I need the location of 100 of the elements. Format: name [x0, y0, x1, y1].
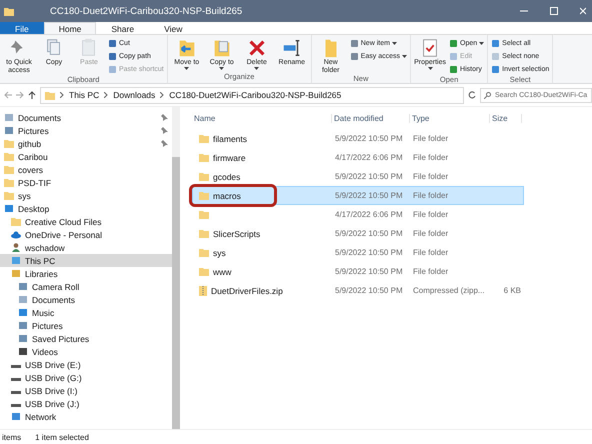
- navigation-label: sys: [18, 190, 32, 200]
- folder-icon: [45, 90, 55, 100]
- file-row[interactable]: firmware 4/17/2022 6:06 PM File folder: [192, 148, 524, 167]
- navigation-item[interactable]: USB Drive (E:): [0, 358, 172, 371]
- navigation-item[interactable]: github: [0, 137, 172, 150]
- ribbon-tab[interactable]: View: [149, 22, 198, 34]
- file-type: File folder: [412, 191, 450, 200]
- file-type: File folder: [412, 210, 450, 219]
- navigation-item[interactable]: USB Drive (J:): [0, 397, 172, 410]
- file-row[interactable]: DuetDriverFiles.zip 5/9/2022 10:50 PM Compressed (zipp... 6 KB: [192, 281, 524, 300]
- column-header[interactable]: Type: [410, 114, 490, 122]
- navigation-item[interactable]: Saved Pictures: [0, 332, 172, 345]
- date-modified: 5/9/2022 10:50 PM: [334, 172, 404, 181]
- navigation-item[interactable]: Desktop: [0, 202, 172, 215]
- caret-icon: [184, 66, 190, 70]
- navigation-item[interactable]: Pictures: [0, 124, 172, 137]
- window-title: CC180-Duet2WiFi-Caribou320-NSP-Build265: [50, 6, 244, 16]
- navigation-label: wschadow: [25, 242, 66, 252]
- navigation-label: USB Drive (I:): [25, 386, 78, 396]
- ribbon-tab[interactable]: Share: [96, 22, 150, 34]
- navigation-item[interactable]: Documents: [0, 111, 172, 124]
- date-modified: 5/9/2022 10:50 PM: [334, 267, 404, 276]
- file-name: www: [213, 266, 232, 276]
- navigation-label: USB Drive (E:): [25, 360, 82, 370]
- chevron-icon: [104, 92, 108, 98]
- navigation-item[interactable]: covers: [0, 163, 172, 176]
- file-size: 6 KB: [502, 286, 522, 295]
- navigation-item[interactable]: Creative Cloud Files: [0, 215, 172, 228]
- ribbon-tab[interactable]: File: [0, 22, 44, 34]
- navigation-item[interactable]: Videos: [0, 345, 172, 358]
- navigation-item[interactable]: Libraries: [0, 267, 172, 280]
- navigation-item[interactable]: Network: [0, 410, 172, 423]
- scrollbar[interactable]: [172, 107, 180, 429]
- zip-file-icon: [199, 286, 207, 296]
- file-row[interactable]: macros 5/9/2022 10:50 PM File folder: [192, 186, 524, 205]
- navigation-item[interactable]: Caribou: [0, 150, 172, 163]
- file-type: File folder: [412, 134, 450, 143]
- navigation-label: Documents: [18, 112, 62, 122]
- refresh-icon[interactable]: [468, 91, 476, 99]
- navigation-item[interactable]: PSD-TIF: [0, 176, 172, 189]
- navigation-item[interactable]: wschadow: [0, 241, 172, 254]
- search-icon: [484, 92, 491, 98]
- navigation-label: Pictures: [18, 126, 50, 136]
- breadcrumb[interactable]: Downloads: [113, 90, 156, 100]
- navigation-item[interactable]: Pictures: [0, 319, 172, 332]
- navigation-label: github: [18, 138, 42, 148]
- file-name: DuetDriverFiles.zip: [211, 286, 283, 296]
- navigation-item[interactable]: USB Drive (G:): [0, 371, 172, 384]
- navigation-label: Caribou: [18, 152, 49, 162]
- caret-icon: [392, 42, 397, 44]
- file-row[interactable]: filaments 5/9/2022 10:50 PM File folder: [192, 129, 524, 148]
- close-icon[interactable]: [580, 7, 586, 15]
- date-modified: 4/17/2022 6:06 PM: [334, 153, 404, 162]
- ribbon-tab[interactable]: Home: [44, 22, 96, 34]
- breadcrumb[interactable]: This PC: [69, 90, 100, 100]
- navigation-label: Pictures: [32, 320, 64, 330]
- navigation-label: PSD-TIF: [18, 178, 52, 188]
- navigation-item[interactable]: USB Drive (I:): [0, 384, 172, 397]
- file-row[interactable]: SlicerScripts 5/9/2022 10:50 PM File folder: [192, 224, 524, 243]
- folder-icon: [4, 6, 14, 16]
- navigation-item[interactable]: Documents: [0, 293, 172, 306]
- file-name: filaments: [213, 134, 248, 144]
- navigation-item[interactable]: sys: [0, 189, 172, 202]
- navigation-item[interactable]: Music: [0, 306, 172, 319]
- file-row[interactable]: sys 5/9/2022 10:50 PM File folder: [192, 243, 524, 262]
- file-type: File folder: [412, 153, 450, 162]
- column-header[interactable]: Date modified: [332, 114, 410, 122]
- file-type: Compressed (zipp...: [412, 286, 486, 295]
- column-header[interactable]: Size: [490, 114, 522, 122]
- caret-icon: [254, 66, 260, 70]
- breadcrumb[interactable]: CC180-Duet2WiFi-Caribou320-NSP-Build265: [169, 90, 342, 100]
- file-type: File folder: [412, 229, 450, 238]
- date-modified: 5/9/2022 10:50 PM: [334, 286, 404, 295]
- pin-icon: [161, 114, 168, 121]
- caret-icon: [402, 54, 408, 58]
- address-bar[interactable]: This PC Downloads CC180-Duet2WiFi-Caribou320-NSP-Build265: [40, 86, 464, 104]
- up-arrow-icon[interactable]: [28, 91, 36, 99]
- file-row[interactable]: 4/17/2022 6:06 PM File folder: [192, 205, 524, 224]
- navigation-label: USB Drive (J:): [25, 398, 80, 408]
- file-type: File folder: [412, 248, 450, 257]
- navigation-label: USB Drive (G:): [25, 372, 83, 382]
- file-name: gcodes: [213, 172, 240, 182]
- file-row[interactable]: www 5/9/2022 10:50 PM File folder: [192, 262, 524, 281]
- maximize-icon[interactable]: [550, 7, 558, 15]
- chevron-icon: [160, 92, 164, 98]
- folder-icon: [11, 217, 21, 226]
- navigation-label: Saved Pictures: [32, 334, 90, 344]
- navigation-item[interactable]: OneDrive - Personal: [0, 228, 172, 241]
- navigation-label: Creative Cloud Files: [25, 216, 103, 226]
- navigation-item[interactable]: This PC: [0, 254, 172, 267]
- navigation-item[interactable]: Camera Roll: [0, 280, 172, 293]
- selection-status: 1 item selected: [35, 432, 89, 442]
- navigation-label: Music: [32, 308, 56, 318]
- pin-icon: [161, 140, 168, 147]
- chevron-icon: [60, 92, 64, 98]
- navigation-label: covers: [18, 164, 44, 174]
- column-header[interactable]: Name: [192, 114, 332, 122]
- user-icon: [11, 243, 21, 252]
- file-row[interactable]: gcodes 5/9/2022 10:50 PM File folder: [192, 167, 524, 186]
- caret-icon: [479, 42, 484, 44]
